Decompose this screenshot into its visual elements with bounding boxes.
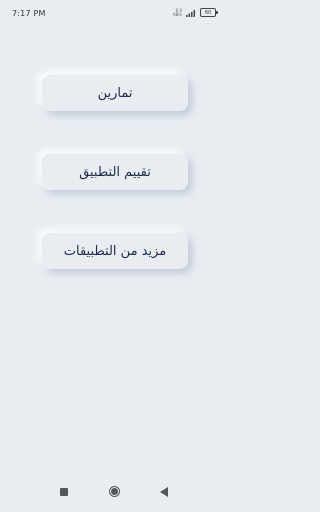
- home-icon[interactable]: [109, 486, 120, 497]
- rate-app-label: تقييم التطبيق: [79, 164, 151, 180]
- battery-icon: 60: [200, 8, 218, 17]
- battery-level: 60: [204, 9, 212, 16]
- network-speed-unit: KB/s: [173, 11, 182, 17]
- navigation-bar: [0, 476, 230, 512]
- signal-icon: [186, 9, 195, 17]
- recent-apps-icon[interactable]: [60, 488, 68, 496]
- network-speed: 0.0 KB/s: [173, 8, 182, 17]
- exercises-button[interactable]: تمارين: [42, 75, 188, 111]
- exercises-label: تمارين: [97, 85, 133, 101]
- rate-app-button[interactable]: تقييم التطبيق: [42, 154, 188, 190]
- status-time: 7:17 PM: [12, 9, 46, 18]
- status-bar: 7:17 PM 0.0 KB/s 60: [0, 0, 230, 24]
- more-apps-label: مزيد من التطبيقات: [63, 243, 167, 259]
- status-icons: 0.0 KB/s 60: [173, 8, 218, 17]
- more-apps-button[interactable]: مزيد من التطبيقات: [42, 233, 188, 269]
- back-icon[interactable]: [160, 487, 168, 497]
